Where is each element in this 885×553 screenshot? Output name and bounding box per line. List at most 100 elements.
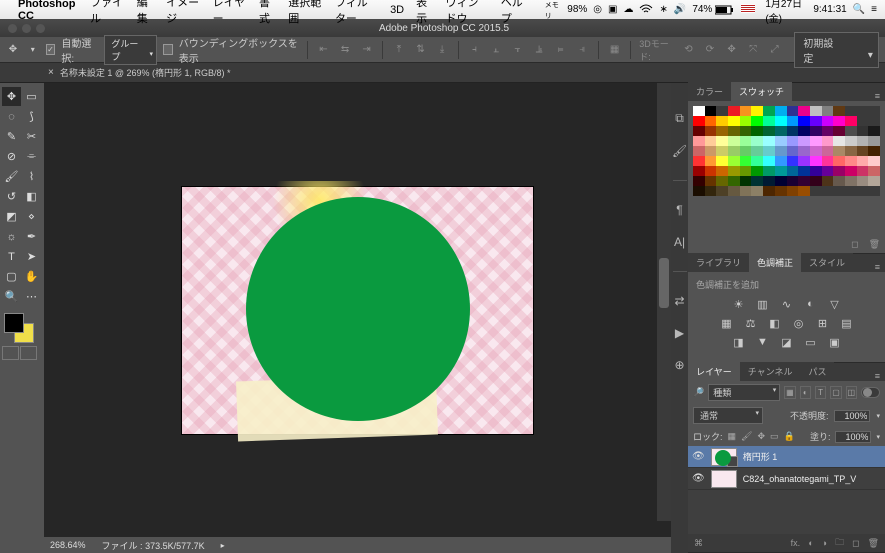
swatch-cell[interactable] (728, 166, 740, 176)
swatch-cell[interactable] (740, 136, 752, 146)
swatch-cell[interactable] (868, 106, 880, 116)
window-minimize-button[interactable] (22, 24, 31, 33)
bluetooth-icon[interactable]: ∗ (659, 4, 667, 15)
swatch-cell[interactable] (728, 116, 740, 126)
swatch-cell[interactable] (728, 146, 740, 156)
brightness-icon[interactable]: ☀ (731, 297, 747, 311)
swatch-cell[interactable] (845, 166, 857, 176)
type-tool[interactable]: T (2, 247, 21, 266)
swatch-cell[interactable] (693, 166, 705, 176)
quick-select-tool[interactable]: ✎ (2, 127, 21, 146)
lock-position-icon[interactable]: ✥ (757, 431, 765, 442)
swatch-cell[interactable] (775, 106, 787, 116)
distribute-r-icon[interactable]: ⫟ (510, 41, 526, 59)
swatch-cell[interactable] (845, 136, 857, 146)
swatch-cell[interactable] (868, 176, 880, 186)
swatch-cell[interactable] (833, 186, 845, 196)
swatch-cell[interactable] (868, 166, 880, 176)
healing-tool[interactable]: ⌯ (22, 147, 41, 166)
screenmode-toggle[interactable] (20, 346, 37, 360)
swatch-cell[interactable] (740, 106, 752, 116)
tab-color[interactable]: カラー (688, 82, 731, 101)
swatch-cell[interactable] (763, 106, 775, 116)
swatch-cell[interactable] (705, 136, 717, 146)
swatch-cell[interactable] (798, 186, 810, 196)
swatch-cell[interactable] (822, 186, 834, 196)
swatch-cell[interactable] (705, 176, 717, 186)
swatch-cell[interactable] (868, 186, 880, 196)
swatch-cell[interactable] (740, 186, 752, 196)
swatch-cell[interactable] (693, 126, 705, 136)
swatch-cell[interactable] (728, 136, 740, 146)
swatch-cell[interactable] (775, 176, 787, 186)
fill-chevron-icon[interactable]: ▾ (876, 433, 880, 441)
adjust-panel-menu-icon[interactable]: ≡ (870, 262, 885, 272)
layer-thumbnail[interactable] (711, 448, 737, 466)
swatch-cell[interactable] (716, 186, 728, 196)
threshold-icon[interactable]: ◪ (779, 335, 795, 349)
swatch-cell[interactable] (716, 106, 728, 116)
shape-tool[interactable]: ▢ (2, 267, 21, 286)
history-brush-tool[interactable]: ↺ (2, 187, 21, 206)
swatch-cell[interactable] (857, 166, 869, 176)
swatch-cell[interactable] (857, 156, 869, 166)
swatch-cell[interactable] (775, 166, 787, 176)
color-swatches[interactable] (2, 313, 40, 341)
align-bottom-icon[interactable]: ⤓ (434, 41, 450, 59)
swatch-cell[interactable] (693, 116, 705, 126)
swatch-cell[interactable] (822, 156, 834, 166)
filter-smart-icon[interactable]: ◫ (846, 386, 857, 399)
swatch-cell[interactable] (705, 146, 717, 156)
swatch-cell[interactable] (822, 106, 834, 116)
document-tab-close-icon[interactable]: × (48, 67, 54, 78)
swatch-cell[interactable] (810, 176, 822, 186)
swatch-cell[interactable] (787, 106, 799, 116)
swatch-cell[interactable] (845, 176, 857, 186)
swatch-cell[interactable] (810, 166, 822, 176)
swatch-cell[interactable] (775, 186, 787, 196)
swatch-cell[interactable] (763, 146, 775, 156)
swatch-cell[interactable] (833, 146, 845, 156)
posterize-icon[interactable]: ▼ (755, 335, 771, 349)
channel-mixer-icon[interactable]: ⊞ (815, 316, 831, 330)
swatch-cell[interactable] (868, 136, 880, 146)
swatch-cell[interactable] (751, 156, 763, 166)
tab-layers[interactable]: レイヤー (688, 362, 740, 381)
swatch-cell[interactable] (822, 116, 834, 126)
swatch-cell[interactable] (740, 126, 752, 136)
swatch-cell[interactable] (775, 156, 787, 166)
pen-tool[interactable]: ✒ (22, 227, 41, 246)
swatch-cell[interactable] (833, 116, 845, 126)
delete-layer-icon[interactable]: 🗑 (868, 538, 879, 549)
color-balance-icon[interactable]: ⚖ (743, 316, 759, 330)
align-right-icon[interactable]: ⇥ (359, 41, 375, 59)
swatch-cell[interactable] (751, 136, 763, 146)
swatch-cell[interactable] (857, 126, 869, 136)
show-bbox-checkbox[interactable] (163, 44, 173, 55)
swatch-cell[interactable] (751, 116, 763, 126)
swatch-cell[interactable] (728, 126, 740, 136)
character-panel-icon[interactable]: A| (674, 235, 685, 249)
swatch-cell[interactable] (857, 176, 869, 186)
canvas-viewport[interactable] (44, 83, 671, 537)
eyedropper-tool[interactable]: ⊘ (2, 147, 21, 166)
eraser-tool[interactable]: ◧ (22, 187, 41, 206)
auto-align-icon[interactable]: ▦ (607, 41, 623, 59)
tab-channels[interactable]: チャンネル (740, 362, 801, 381)
layers-panel-menu-icon[interactable]: ≡ (870, 371, 885, 381)
document-tab-title[interactable]: 名称未設定 1 @ 269% (楕円形 1, RGB/8) * (60, 66, 231, 79)
wifi-icon[interactable] (639, 4, 653, 15)
filter-kind-dropdown[interactable]: 種類 (708, 384, 780, 401)
swatch-cell[interactable] (693, 146, 705, 156)
tab-paths[interactable]: パス (800, 362, 834, 381)
foreground-color[interactable] (4, 313, 24, 333)
status-chevron-icon[interactable]: ▸ (221, 541, 225, 550)
swatch-cell[interactable] (833, 106, 845, 116)
swatch-cell[interactable] (751, 176, 763, 186)
gradient-map-icon[interactable]: ▭ (803, 335, 819, 349)
bw-icon[interactable]: ◧ (767, 316, 783, 330)
swatch-cell[interactable] (763, 156, 775, 166)
history-panel-icon[interactable]: ⧉ (675, 111, 684, 126)
swatch-cell[interactable] (833, 176, 845, 186)
swatch-cell[interactable] (705, 186, 717, 196)
